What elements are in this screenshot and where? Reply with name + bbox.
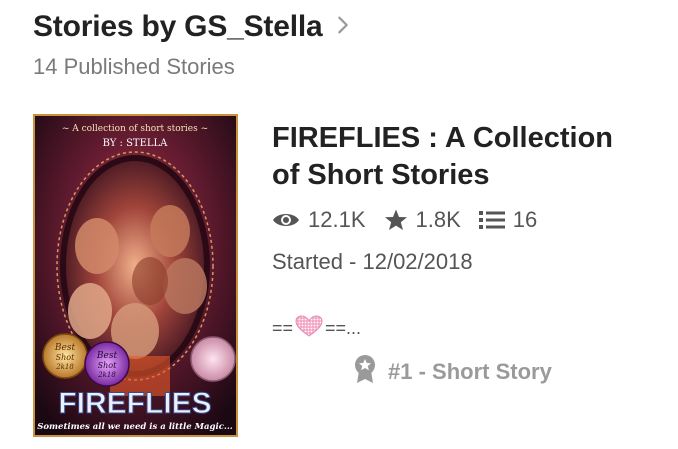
story-info: FIREFLIES : A Collection of Short Storie… [272, 120, 652, 390]
cover-tagline: Sometimes all we need is a little Magic.… [37, 422, 233, 432]
list-icon [478, 209, 505, 231]
badge1-line3: 2k18 [55, 363, 74, 371]
story-title[interactable]: FIREFLIES : A Collection of Short Storie… [272, 120, 652, 194]
page-title: Stories by GS_Stella [33, 10, 323, 43]
reads-stat: 12.1K [272, 207, 366, 233]
published-count: 14 Published Stories [33, 54, 235, 79]
cover-author: BY : STELLA [103, 138, 169, 149]
desc-suffix: ==... [325, 318, 362, 338]
parts-stat: 16 [478, 207, 538, 233]
ranking-badge[interactable]: #1 - Short Story [354, 354, 652, 390]
story-stats: 12.1K 1.8K 16 [272, 207, 652, 233]
heart-icon [295, 315, 323, 342]
story-title-line2: of Short Stories [272, 159, 490, 191]
badge1-line1: Best [54, 343, 76, 353]
story-cover-image[interactable]: ~ A collection of short stories ~ BY : S… [33, 114, 238, 437]
started-date: Started - 12/02/2018 [272, 249, 473, 274]
profile-header: Stories by GS_Stella 14 Published Storie… [33, 10, 658, 80]
chevron-right-icon [332, 14, 354, 41]
eye-icon [272, 210, 300, 230]
badge2-line1: Best [96, 351, 118, 361]
rank-label: #1 - Short Story [388, 359, 552, 384]
story-description: == ==... [272, 315, 652, 342]
story-title-line1: FIREFLIES : A Collection [272, 122, 614, 154]
badge2-line3: 2k18 [97, 371, 116, 379]
parts-count: 16 [512, 207, 538, 232]
star-icon [384, 208, 408, 232]
cover-title: FIREFLIES [58, 387, 211, 420]
desc-prefix: == [272, 318, 294, 338]
votes-stat: 1.8K [384, 207, 461, 233]
ribbon-badge-icon [354, 354, 376, 390]
cover-top-line: ~ A collection of short stories ~ [62, 124, 208, 134]
reads-count: 12.1K [308, 207, 366, 232]
badge1-line2: Shot [56, 353, 75, 362]
badge2-line2: Shot [98, 361, 117, 370]
votes-count: 1.8K [415, 207, 461, 232]
stories-link[interactable]: Stories by GS_Stella [33, 10, 658, 44]
